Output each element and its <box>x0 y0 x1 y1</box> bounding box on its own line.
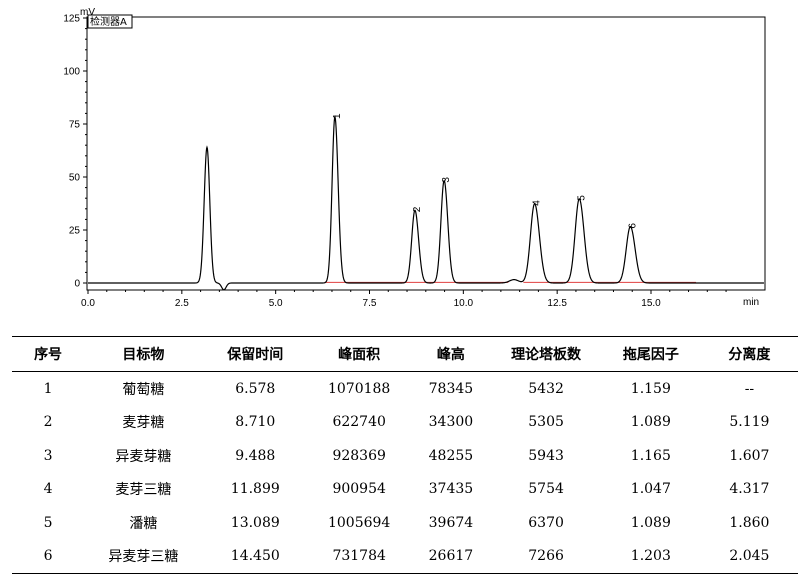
table-cell: 4 <box>43 481 53 498</box>
table-cell: 葡萄糖 <box>122 381 165 398</box>
column-header: 保留时间 <box>202 336 308 372</box>
column-header: 拖尾因子 <box>600 336 701 372</box>
chromatogram-svg: 检测器A mV min 0255075100125 0.0 2.5 5.0 7.5 10… <box>63 7 766 309</box>
peak-label: 1 <box>332 113 343 119</box>
peak-label: 4 <box>532 200 543 206</box>
x-tick-label: 2.5 <box>175 298 189 309</box>
chromatogram-trace <box>88 115 764 291</box>
detector-label: 检测器A <box>90 15 127 28</box>
table-row: 6 异麦芽三糖 14.450 731784 26617 7266 1.203 2.045 <box>12 539 798 574</box>
x-tick-label: 0.0 <box>81 298 95 309</box>
table-cell: 1.159 <box>630 380 671 397</box>
table-cell: 11.899 <box>230 481 280 498</box>
plot-frame <box>86 16 766 291</box>
x-tick-label: 5.0 <box>269 298 283 309</box>
peak-label: 3 <box>441 177 452 183</box>
table-cell: 潘糖 <box>129 515 158 532</box>
results-table: 序号 目标物 保留时间 峰面积 峰高 理论塔板数 拖尾因子 分离度 1 葡萄糖 6.578 1070… <box>12 336 798 574</box>
table-cell: 7266 <box>491 539 601 574</box>
table-cell: 37435 <box>428 481 474 498</box>
peak-labels: 1 2 3 4 5 6 <box>332 113 639 229</box>
table-cell: 异麦芽三糖 <box>84 539 203 574</box>
table-cell: 39674 <box>428 514 474 531</box>
table-cell: 5432 <box>528 380 564 397</box>
table-cell: 900954 <box>332 481 386 498</box>
y-tick-label: 125 <box>63 14 80 25</box>
table-cell: 6.578 <box>235 380 276 397</box>
table-cell: -- <box>744 380 755 397</box>
column-header: 峰高 <box>410 336 492 372</box>
y-unit-label: mV <box>80 7 95 18</box>
table-cell: 3 <box>43 447 53 464</box>
table-header: 序号 目标物 保留时间 峰面积 峰高 理论塔板数 拖尾因子 分离度 <box>12 336 798 372</box>
column-header: 序号 <box>12 336 85 372</box>
table-cell: 6370 <box>528 514 564 531</box>
table-cell: 34300 <box>428 414 474 431</box>
table-row: 1 葡萄糖 6.578 1070188 78345 5432 1.159 -- <box>12 372 798 406</box>
table-cell: 1.165 <box>630 447 671 464</box>
x-unit-label: min <box>743 297 759 308</box>
table-row: 2 麦芽糖 8.710 622740 34300 5305 1.089 5.119 <box>12 406 798 440</box>
x-tick-label: 7.5 <box>363 298 377 309</box>
table-body: 1 葡萄糖 6.578 1070188 78345 5432 1.159 -- 2 麦芽糖 8.71… <box>12 372 798 574</box>
peak-label: 2 <box>412 206 423 212</box>
peak-label: 5 <box>576 195 587 201</box>
table-cell: 5754 <box>528 481 564 498</box>
table-cell: 14.450 <box>202 539 308 574</box>
table-cell: 731784 <box>307 539 411 574</box>
x-tick-label: 15.0 <box>641 298 661 309</box>
y-tick-label: 75 <box>69 120 81 131</box>
table-cell: 1.607 <box>729 447 770 464</box>
table-cell: 78345 <box>428 380 474 397</box>
table-cell: 5943 <box>528 447 564 464</box>
table-cell: 1005694 <box>327 514 391 531</box>
y-axis: 0 25 50 75 100 125 <box>63 14 87 290</box>
table-row: 5 潘糖 13.089 1005694 39674 6370 1.089 1.860 <box>12 506 798 540</box>
column-header: 分离度 <box>700 336 798 372</box>
table-cell: 6 <box>12 539 85 574</box>
table-cell: 2.045 <box>700 539 798 574</box>
table-cell: 异麦芽糖 <box>115 448 172 465</box>
table-row: 4 麦芽三糖 11.899 900954 37435 5754 1.047 4.317 <box>12 473 798 507</box>
table-cell: 1.089 <box>630 514 671 531</box>
column-header: 理论塔板数 <box>491 336 601 372</box>
table-cell: 1.089 <box>630 414 671 431</box>
table-cell: 1 <box>43 380 53 397</box>
y-tick-label: 100 <box>63 67 80 78</box>
table-cell: 5.119 <box>729 414 770 431</box>
y-tick-label: 0 <box>74 279 80 290</box>
table-cell: 1.203 <box>600 539 701 574</box>
table-cell: 1.047 <box>630 481 671 498</box>
table-cell: 26617 <box>410 539 492 574</box>
y-tick-label: 25 <box>69 226 81 237</box>
table-header-row: 序号 目标物 保留时间 峰面积 峰高 理论塔板数 拖尾因子 分离度 <box>12 336 798 372</box>
x-tick-label: 12.5 <box>547 298 567 309</box>
table-cell: 麦芽三糖 <box>115 482 172 499</box>
x-tick-label: 10.0 <box>454 298 474 309</box>
y-tick-label: 50 <box>69 173 81 184</box>
table-cell: 麦芽糖 <box>122 415 165 432</box>
table-cell: 1070188 <box>327 380 391 397</box>
table-cell: 2 <box>43 414 53 431</box>
table-cell: 48255 <box>428 447 474 464</box>
x-axis: 0.0 2.5 5.0 7.5 10.0 12.5 15.0 <box>81 290 727 309</box>
column-header: 峰面积 <box>307 336 411 372</box>
chromatogram: 检测器A mV min 0 25 50 75 100 125 0.0 2.5 5.0 7.5 10… <box>0 0 811 312</box>
table-cell: 13.089 <box>230 514 280 531</box>
table-cell: 5 <box>43 514 53 531</box>
table-cell: 622740 <box>332 414 386 431</box>
table-cell: 8.710 <box>235 414 276 431</box>
column-header: 目标物 <box>84 336 203 372</box>
table-cell: 9.488 <box>235 447 276 464</box>
table-cell: 5305 <box>528 414 564 431</box>
table-cell: 928369 <box>332 447 386 464</box>
table-cell: 4.317 <box>729 481 770 498</box>
peak-label: 6 <box>627 223 638 229</box>
table-cell: 1.860 <box>729 514 770 531</box>
table-row: 3 异麦芽糖 9.488 928369 48255 5943 1.165 1.607 <box>12 439 798 473</box>
